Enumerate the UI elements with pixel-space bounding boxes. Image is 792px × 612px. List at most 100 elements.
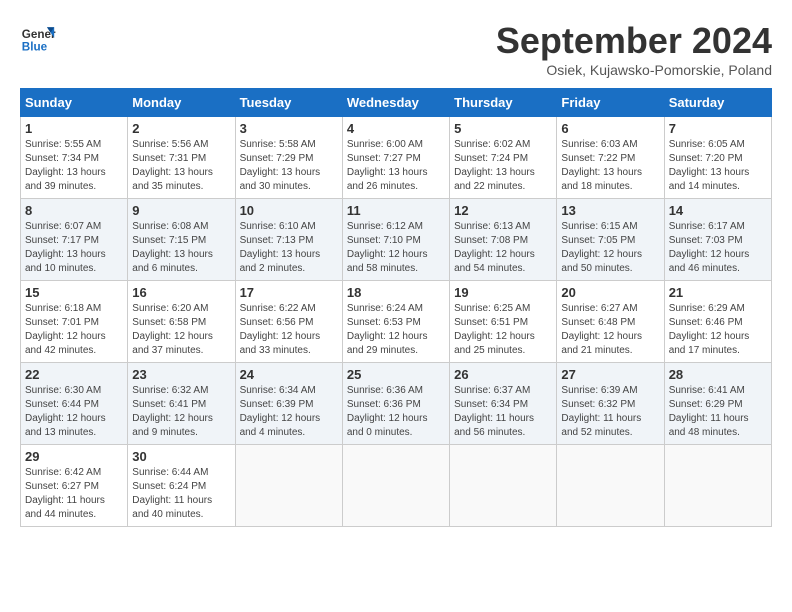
calendar-day-cell: 19 Sunrise: 6:25 AM Sunset: 6:51 PM Dayli… bbox=[450, 281, 557, 363]
calendar-day-cell: 23Sunrise: 6:32 AM Sunset: 6:41 PM Dayli… bbox=[128, 363, 235, 445]
day-info: Sunrise: 6:05 AM Sunset: 7:20 PM Dayligh… bbox=[669, 138, 767, 194]
day-info: Sunrise: 6:37 AM Sunset: 6:34 PM Dayligh… bbox=[454, 384, 552, 440]
calendar-day-cell: 24 Sunrise: 6:34 AM Sunset: 6:39 PM Dayli… bbox=[235, 363, 342, 445]
day-number: 17 bbox=[240, 285, 338, 300]
day-info: Sunrise: 6:34 AM Sunset: 6:39 PM Dayligh… bbox=[240, 384, 338, 440]
day-number: 3 bbox=[240, 121, 338, 136]
day-info: Sunrise: 6:36 AM Sunset: 6:36 PM Dayligh… bbox=[347, 384, 445, 440]
calendar-day-cell: 25 Sunrise: 6:36 AM Sunset: 6:36 PM Dayli… bbox=[342, 363, 449, 445]
day-of-week-header: Monday bbox=[128, 89, 235, 117]
calendar-day-cell bbox=[342, 445, 449, 527]
calendar-day-cell: 29 Sunrise: 6:42 AM Sunset: 6:27 PM Dayli… bbox=[21, 445, 128, 527]
day-number: 14 bbox=[669, 203, 767, 218]
calendar-day-cell: 10 Sunrise: 6:10 AM Sunset: 7:13 PM Dayli… bbox=[235, 199, 342, 281]
day-number: 25 bbox=[347, 367, 445, 382]
location-subtitle: Osiek, Kujawsko-Pomorskie, Poland bbox=[496, 62, 772, 78]
day-info: Sunrise: 6:24 AM Sunset: 6:53 PM Dayligh… bbox=[347, 302, 445, 358]
day-of-week-header: Friday bbox=[557, 89, 664, 117]
calendar-week-row: 15Sunrise: 6:18 AM Sunset: 7:01 PM Dayli… bbox=[21, 281, 772, 363]
day-number: 7 bbox=[669, 121, 767, 136]
calendar-day-cell: 18 Sunrise: 6:24 AM Sunset: 6:53 PM Dayli… bbox=[342, 281, 449, 363]
day-number: 26 bbox=[454, 367, 552, 382]
day-number: 16 bbox=[132, 285, 230, 300]
calendar-day-cell: 8 Sunrise: 6:07 AM Sunset: 7:17 PM Daylig… bbox=[21, 199, 128, 281]
day-info: Sunrise: 6:15 AM Sunset: 7:05 PM Dayligh… bbox=[561, 220, 659, 276]
day-info: Sunrise: 6:03 AM Sunset: 7:22 PM Dayligh… bbox=[561, 138, 659, 194]
logo: General Blue bbox=[20, 20, 56, 56]
day-info: Sunrise: 6:07 AM Sunset: 7:17 PM Dayligh… bbox=[25, 220, 123, 276]
day-info: Sunrise: 5:56 AM Sunset: 7:31 PM Dayligh… bbox=[132, 138, 230, 194]
calendar-day-cell: 11 Sunrise: 6:12 AM Sunset: 7:10 PM Dayli… bbox=[342, 199, 449, 281]
page-header: General Blue September 2024 Osiek, Kujaw… bbox=[20, 20, 772, 78]
day-number: 15 bbox=[25, 285, 123, 300]
day-number: 5 bbox=[454, 121, 552, 136]
day-number: 13 bbox=[561, 203, 659, 218]
calendar-day-cell: 26 Sunrise: 6:37 AM Sunset: 6:34 PM Dayli… bbox=[450, 363, 557, 445]
calendar-week-row: 22 Sunrise: 6:30 AM Sunset: 6:44 PM Dayli… bbox=[21, 363, 772, 445]
day-number: 30 bbox=[132, 449, 230, 464]
title-block: September 2024 Osiek, Kujawsko-Pomorskie… bbox=[496, 20, 772, 78]
day-number: 18 bbox=[347, 285, 445, 300]
day-info: Sunrise: 6:27 AM Sunset: 6:48 PM Dayligh… bbox=[561, 302, 659, 358]
day-info: Sunrise: 6:08 AM Sunset: 7:15 PM Dayligh… bbox=[132, 220, 230, 276]
day-info: Sunrise: 5:55 AM Sunset: 7:34 PM Dayligh… bbox=[25, 138, 123, 194]
day-info: Sunrise: 6:22 AM Sunset: 6:56 PM Dayligh… bbox=[240, 302, 338, 358]
day-number: 29 bbox=[25, 449, 123, 464]
calendar-day-cell: 5 Sunrise: 6:02 AM Sunset: 7:24 PM Daylig… bbox=[450, 117, 557, 199]
day-number: 1 bbox=[25, 121, 123, 136]
day-info: Sunrise: 6:12 AM Sunset: 7:10 PM Dayligh… bbox=[347, 220, 445, 276]
calendar-day-cell: 27 Sunrise: 6:39 AM Sunset: 6:32 PM Dayli… bbox=[557, 363, 664, 445]
calendar-day-cell: 28Sunrise: 6:41 AM Sunset: 6:29 PM Dayli… bbox=[664, 363, 771, 445]
day-number: 12 bbox=[454, 203, 552, 218]
day-info: Sunrise: 6:30 AM Sunset: 6:44 PM Dayligh… bbox=[25, 384, 123, 440]
day-number: 19 bbox=[454, 285, 552, 300]
day-info: Sunrise: 6:25 AM Sunset: 6:51 PM Dayligh… bbox=[454, 302, 552, 358]
day-number: 10 bbox=[240, 203, 338, 218]
day-number: 2 bbox=[132, 121, 230, 136]
logo-icon: General Blue bbox=[20, 20, 56, 56]
day-info: Sunrise: 6:20 AM Sunset: 6:58 PM Dayligh… bbox=[132, 302, 230, 358]
day-info: Sunrise: 6:10 AM Sunset: 7:13 PM Dayligh… bbox=[240, 220, 338, 276]
day-of-week-header: Tuesday bbox=[235, 89, 342, 117]
day-of-week-header: Wednesday bbox=[342, 89, 449, 117]
day-number: 22 bbox=[25, 367, 123, 382]
calendar-week-row: 29 Sunrise: 6:42 AM Sunset: 6:27 PM Dayli… bbox=[21, 445, 772, 527]
calendar-table: SundayMondayTuesdayWednesdayThursdayFrid… bbox=[20, 88, 772, 527]
day-of-week-header: Thursday bbox=[450, 89, 557, 117]
day-number: 24 bbox=[240, 367, 338, 382]
calendar-day-cell bbox=[664, 445, 771, 527]
day-info: Sunrise: 6:29 AM Sunset: 6:46 PM Dayligh… bbox=[669, 302, 767, 358]
day-number: 8 bbox=[25, 203, 123, 218]
day-number: 4 bbox=[347, 121, 445, 136]
day-info: Sunrise: 6:17 AM Sunset: 7:03 PM Dayligh… bbox=[669, 220, 767, 276]
calendar-day-cell: 17 Sunrise: 6:22 AM Sunset: 6:56 PM Dayli… bbox=[235, 281, 342, 363]
day-number: 21 bbox=[669, 285, 767, 300]
day-of-week-header: Saturday bbox=[664, 89, 771, 117]
calendar-week-row: 1 Sunrise: 5:55 AM Sunset: 7:34 PM Daylig… bbox=[21, 117, 772, 199]
day-info: Sunrise: 6:44 AM Sunset: 6:24 PM Dayligh… bbox=[132, 466, 230, 522]
calendar-day-cell: 15Sunrise: 6:18 AM Sunset: 7:01 PM Dayli… bbox=[21, 281, 128, 363]
day-number: 11 bbox=[347, 203, 445, 218]
calendar-day-cell: 16 Sunrise: 6:20 AM Sunset: 6:58 PM Dayli… bbox=[128, 281, 235, 363]
day-info: Sunrise: 6:42 AM Sunset: 6:27 PM Dayligh… bbox=[25, 466, 123, 522]
day-of-week-header: Sunday bbox=[21, 89, 128, 117]
calendar-day-cell: 30 Sunrise: 6:44 AM Sunset: 6:24 PM Dayli… bbox=[128, 445, 235, 527]
calendar-day-cell: 13 Sunrise: 6:15 AM Sunset: 7:05 PM Dayli… bbox=[557, 199, 664, 281]
svg-text:Blue: Blue bbox=[22, 41, 48, 54]
day-number: 6 bbox=[561, 121, 659, 136]
day-info: Sunrise: 6:13 AM Sunset: 7:08 PM Dayligh… bbox=[454, 220, 552, 276]
calendar-day-cell: 14 Sunrise: 6:17 AM Sunset: 7:03 PM Dayli… bbox=[664, 199, 771, 281]
day-info: Sunrise: 6:02 AM Sunset: 7:24 PM Dayligh… bbox=[454, 138, 552, 194]
calendar-week-row: 8 Sunrise: 6:07 AM Sunset: 7:17 PM Daylig… bbox=[21, 199, 772, 281]
calendar-day-cell: 20Sunrise: 6:27 AM Sunset: 6:48 PM Dayli… bbox=[557, 281, 664, 363]
calendar-day-cell: 9 Sunrise: 6:08 AM Sunset: 7:15 PM Daylig… bbox=[128, 199, 235, 281]
calendar-day-cell: 1 Sunrise: 5:55 AM Sunset: 7:34 PM Daylig… bbox=[21, 117, 128, 199]
day-number: 27 bbox=[561, 367, 659, 382]
calendar-day-cell: 3Sunrise: 5:58 AM Sunset: 7:29 PM Daylig… bbox=[235, 117, 342, 199]
calendar-day-cell bbox=[235, 445, 342, 527]
day-info: Sunrise: 6:39 AM Sunset: 6:32 PM Dayligh… bbox=[561, 384, 659, 440]
calendar-day-cell: 12 Sunrise: 6:13 AM Sunset: 7:08 PM Dayli… bbox=[450, 199, 557, 281]
calendar-day-cell: 7 Sunrise: 6:05 AM Sunset: 7:20 PM Daylig… bbox=[664, 117, 771, 199]
day-number: 9 bbox=[132, 203, 230, 218]
calendar-day-cell: 6 Sunrise: 6:03 AM Sunset: 7:22 PM Daylig… bbox=[557, 117, 664, 199]
